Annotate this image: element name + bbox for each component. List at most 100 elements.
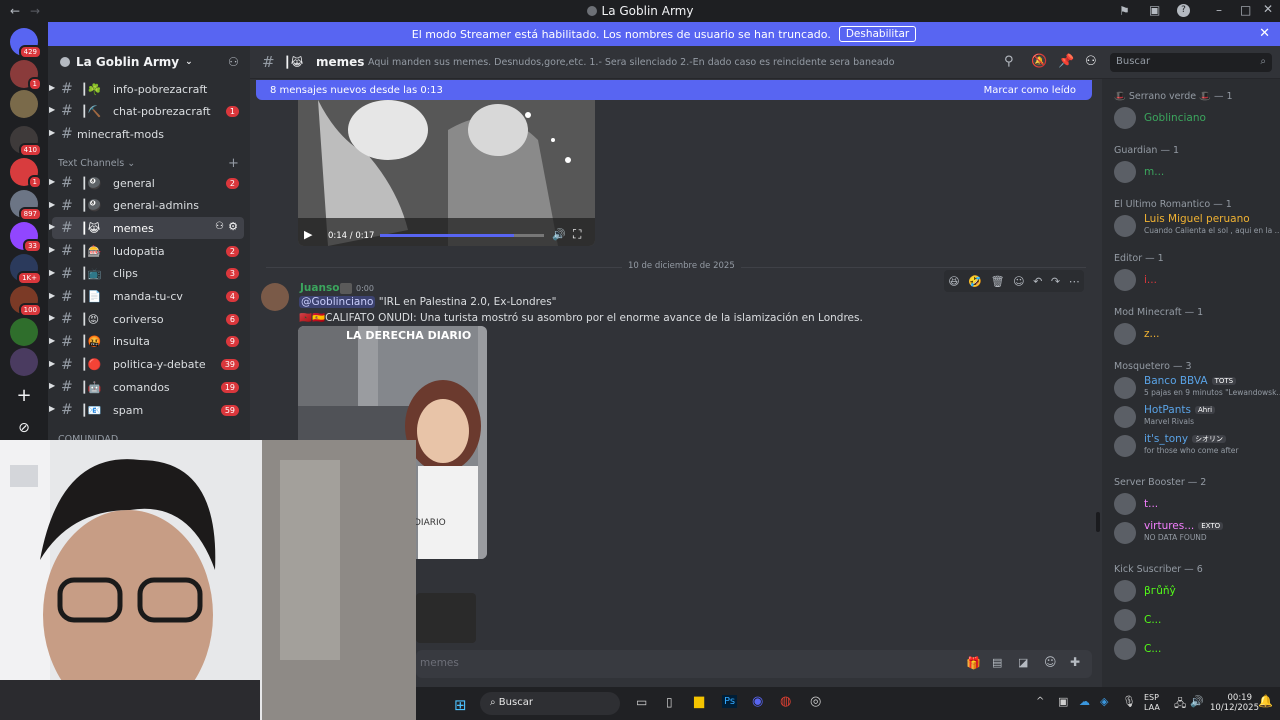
server-icon[interactable]: 100: [10, 286, 42, 317]
add-server-icon[interactable]: +: [10, 382, 38, 410]
chrome-icon[interactable]: ◍: [780, 694, 791, 709]
emoji-icon[interactable]: ☺: [1044, 655, 1057, 669]
play-icon[interactable]: ▶: [304, 228, 312, 241]
server-icon[interactable]: 897: [10, 190, 42, 221]
reaction-emoji-icon[interactable]: 🗑: [991, 275, 1005, 288]
add-member-icon[interactable]: ⚇: [228, 55, 239, 69]
search-input[interactable]: Buscar ⌕: [1110, 53, 1272, 72]
new-messages-bar[interactable]: 8 mensajes nuevos desde las 0:13 Marcar …: [256, 80, 1092, 100]
minimize-icon[interactable]: –: [1216, 3, 1222, 17]
fullscreen-icon[interactable]: ⛶: [573, 227, 581, 242]
mark-as-read-button[interactable]: Marcar como leído: [984, 85, 1076, 96]
app-icon[interactable]: ◎: [810, 694, 821, 709]
server-header[interactable]: La Goblin Army ⌄ ⚇: [48, 46, 250, 78]
direct-messages-icon[interactable]: 429: [10, 28, 42, 59]
second-attachment[interactable]: [416, 593, 476, 643]
server-icon[interactable]: [10, 318, 38, 346]
more-options-icon[interactable]: ⋯: [1069, 275, 1080, 288]
tray-chevron-icon[interactable]: ^: [1036, 696, 1044, 707]
server-icon[interactable]: 1: [10, 158, 42, 189]
add-channel-icon[interactable]: +: [228, 156, 239, 171]
server-icon[interactable]: 1: [10, 60, 42, 91]
channel-politica-y-debate[interactable]: ▶ # ┃🔴 politica-y-debate 39: [48, 354, 250, 376]
member-item[interactable]: Luis Miguel peruano Cuando Calienta el so…: [1114, 213, 1280, 243]
app-icon[interactable]: ▯: [666, 695, 673, 709]
discord-icon[interactable]: ◉: [752, 694, 763, 709]
onedrive-icon[interactable]: ☁: [1079, 695, 1090, 708]
channel-ludopatia[interactable]: ▶ # ┃🎰 ludopatia 2: [48, 240, 250, 262]
apps-icon[interactable]: ✚: [1070, 655, 1080, 669]
channel-chat-pobrezacraft[interactable]: ▶ # ┃⛏️ chat-pobrezacraft 1: [48, 100, 250, 122]
gear-icon[interactable]: ⚙: [228, 220, 238, 233]
member-item[interactable]: Banco BBVA TOTS 5 pajas en 9 minutos "Lewa…: [1114, 375, 1280, 405]
message-composer[interactable]: memes 🎁 ▤ ◪ ☺ ✚: [416, 650, 1092, 678]
member-item[interactable]: i...: [1114, 269, 1278, 297]
channel-general-admins[interactable]: ▶ # ┃🎱 general-admins: [48, 195, 250, 217]
category-header[interactable]: Text Channels ⌄: [58, 158, 135, 169]
channel-general[interactable]: ▶ # ┃🎱 general 2: [48, 172, 250, 194]
server-icon[interactable]: 1K+: [10, 254, 42, 285]
member-item[interactable]: βгůňŷ: [1114, 580, 1278, 608]
member-item[interactable]: Goblinciano: [1114, 107, 1278, 135]
tray-icon[interactable]: ◈: [1100, 695, 1108, 708]
server-icon[interactable]: [10, 348, 38, 376]
mention[interactable]: @Goblinciano: [299, 296, 376, 308]
channel-insulta[interactable]: ▶ # ┃🤬 insulta 9: [48, 331, 250, 353]
server-icon-goblin-army[interactable]: [10, 90, 38, 118]
member-item[interactable]: virtures... EXTO NO DATA FOUND: [1114, 520, 1278, 550]
network-icon[interactable]: 🖧: [1174, 695, 1186, 714]
member-item[interactable]: HotPants Ahri Marvel Rivals: [1114, 404, 1278, 434]
file-explorer-icon[interactable]: ▆: [694, 694, 704, 709]
threads-icon[interactable]: ⚲: [1004, 54, 1014, 69]
channel-manda-tu-cv[interactable]: ▶ # ┃📄 manda-tu-cv 4: [48, 286, 250, 308]
channel-spam[interactable]: ▶ # ┃📧 spam 59: [48, 399, 250, 421]
notifications-icon[interactable]: 🔔: [1258, 694, 1273, 708]
discover-icon[interactable]: ⊘: [10, 414, 38, 442]
volume-icon[interactable]: 🔊: [552, 228, 566, 241]
reply-icon[interactable]: ↶: [1033, 275, 1042, 288]
banner-close-icon[interactable]: ✕: [1259, 26, 1270, 41]
chat-scrollbar[interactable]: [1096, 512, 1100, 532]
disable-streamer-button[interactable]: Deshabilitar: [838, 26, 917, 42]
channel-comandos[interactable]: ▶ # ┃🤖 comandos 19: [48, 376, 250, 398]
member-item[interactable]: t...: [1114, 493, 1278, 521]
language-indicator[interactable]: ESP LAA: [1144, 693, 1160, 713]
channel-minecraft-mods[interactable]: ▶ # minecraft-mods: [48, 123, 250, 145]
channel-info-pobrezacraft[interactable]: ▶ # ┃☘️ info-pobrezacraft: [48, 78, 250, 100]
channel-coriverso[interactable]: ▶ # ┃😡 coriverso 6: [48, 308, 250, 330]
member-item[interactable]: C...: [1114, 638, 1278, 666]
help-icon[interactable]: ?: [1177, 4, 1190, 17]
flag-icon[interactable]: ⚑: [1119, 4, 1130, 18]
taskbar-search[interactable]: ⌕ Buscar: [480, 692, 620, 715]
clock[interactable]: 00:19 10/12/2025: [1210, 693, 1259, 713]
windows-start-icon[interactable]: ⊞: [454, 696, 467, 714]
member-item[interactable]: z...: [1114, 323, 1278, 351]
tray-icon[interactable]: ▣: [1058, 695, 1068, 708]
members-icon[interactable]: ⚇: [1085, 54, 1097, 69]
invite-icon[interactable]: ⚇: [215, 221, 224, 232]
channel-memes[interactable]: ▶ # ┃😹 memes ⚇ ⚙: [49, 217, 244, 240]
inbox-icon[interactable]: ▣: [1149, 3, 1160, 17]
volume-icon[interactable]: 🔊: [1190, 695, 1204, 708]
member-item[interactable]: C...: [1114, 609, 1278, 637]
member-item[interactable]: it's_tony シオリン for those who come after: [1114, 433, 1278, 463]
mute-bell-icon[interactable]: 🔕: [1031, 54, 1047, 69]
gift-icon[interactable]: 🎁: [966, 656, 981, 670]
photoshop-icon[interactable]: Ps: [722, 695, 738, 708]
microphone-icon[interactable]: 🎙: [1122, 695, 1136, 708]
forward-icon[interactable]: ↷: [1051, 275, 1060, 288]
pin-icon[interactable]: 📌: [1058, 54, 1074, 69]
sticker-icon[interactable]: ◪: [1018, 656, 1028, 669]
channel-topic[interactable]: Aqui manden sus memes. Desnudos,gore,etc…: [368, 57, 895, 68]
maximize-icon[interactable]: □: [1240, 3, 1251, 17]
reaction-emoji-icon[interactable]: 🤣: [968, 275, 982, 288]
video-player[interactable]: ▶ 0:14 / 0:17 🔊 ⛶: [298, 100, 595, 246]
video-progress-track[interactable]: [380, 234, 544, 237]
member-item[interactable]: m...: [1114, 161, 1278, 189]
server-icon[interactable]: 410: [10, 126, 42, 157]
task-view-icon[interactable]: ▭: [636, 695, 647, 709]
close-window-icon[interactable]: ✕: [1263, 2, 1273, 16]
reaction-emoji-icon[interactable]: 😆: [948, 275, 959, 288]
twitch-server-icon[interactable]: 33: [10, 222, 42, 253]
avatar[interactable]: [261, 283, 289, 311]
